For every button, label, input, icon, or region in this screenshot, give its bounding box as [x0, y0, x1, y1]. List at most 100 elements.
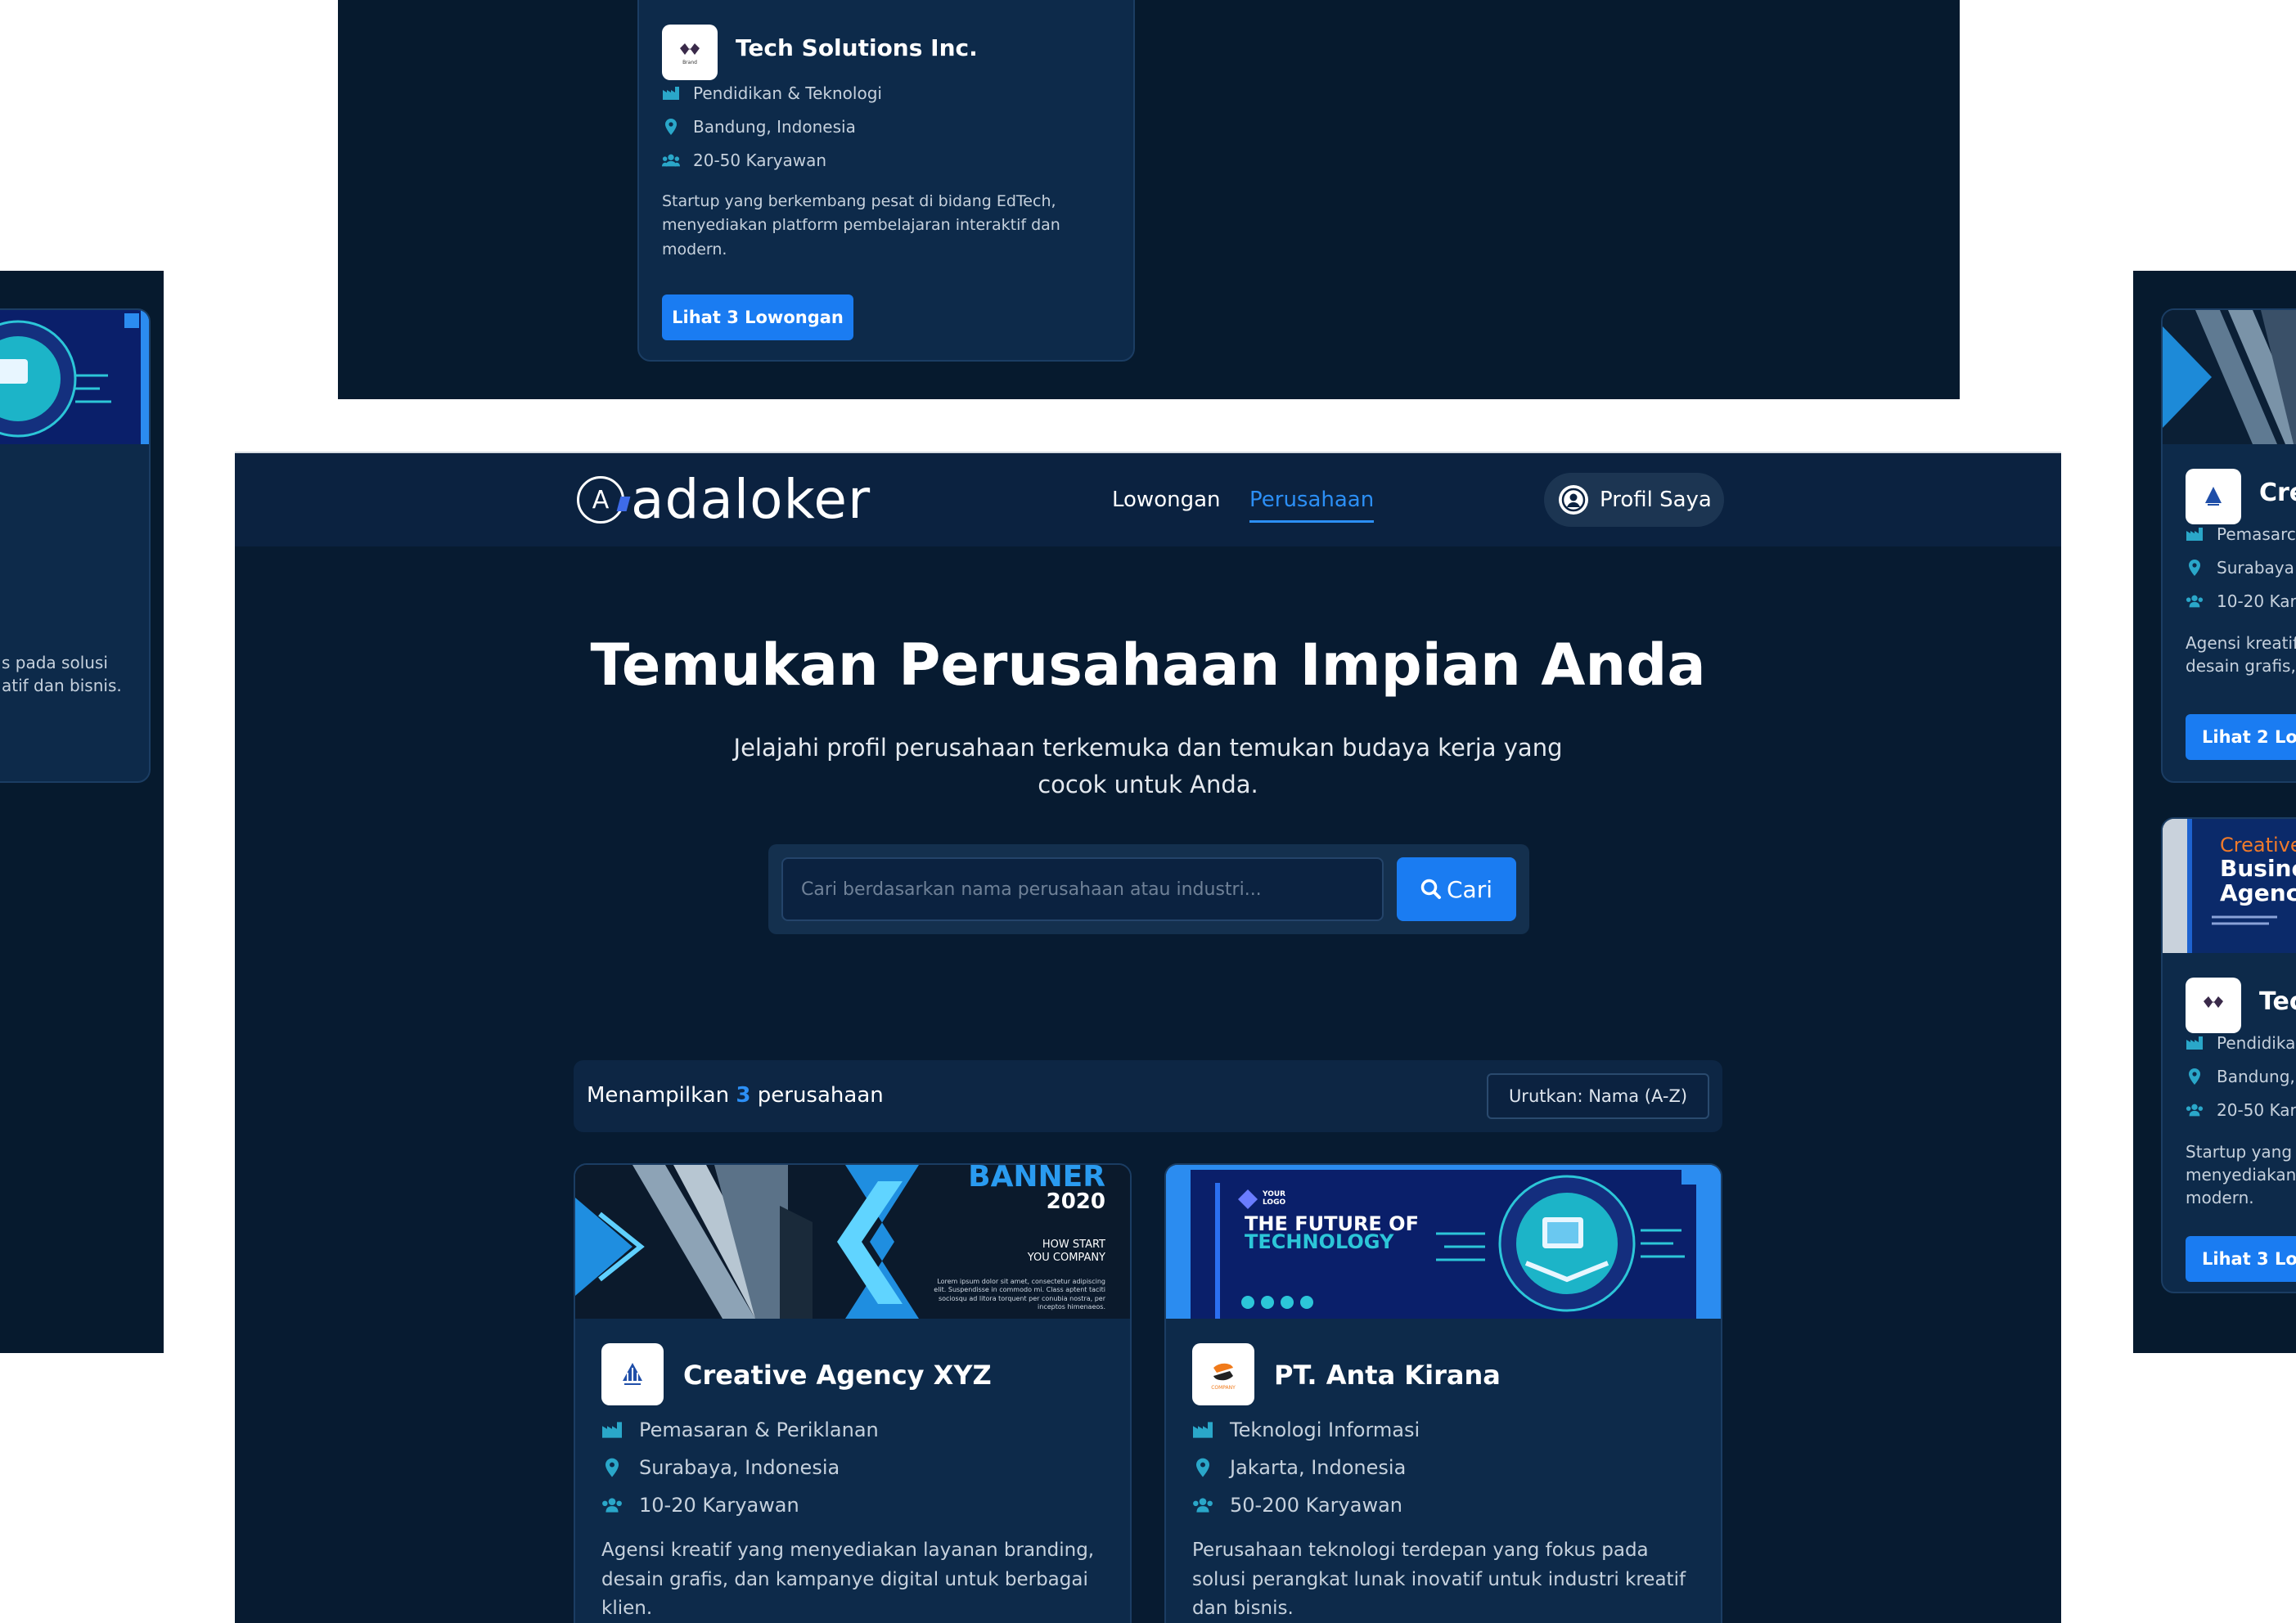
- hero-subtitle: Jelajahi profil perusahaan terkemuka dan…: [733, 734, 1563, 798]
- location-row: Jakarta, Indonesia: [1192, 1456, 1406, 1479]
- users-icon: [1192, 1498, 1213, 1513]
- users-icon: [2186, 1104, 2204, 1117]
- banner-logo-text: YOUR LOGO: [1263, 1190, 1286, 1207]
- map-pin-icon: [601, 1458, 623, 1477]
- results-prefix: Menampilkan: [587, 1083, 730, 1108]
- company-logo: Brand: [662, 25, 718, 80]
- navbar: A adaloker Lowongan Perusahaan Profil Sa…: [235, 453, 2061, 546]
- users-icon: [2186, 595, 2204, 608]
- results-count-text: Menampilkan 3 perusahaan: [587, 1083, 884, 1108]
- company-card-anta-kirana: YOUR LOGO THE FUTURE OF TECHNOLOGY COMPA…: [1164, 1163, 1722, 1623]
- banner-lorem: Lorem ipsum dolor sit amet, consectetur …: [934, 1278, 1105, 1311]
- size-row: 20-50 Karyawan: [662, 151, 826, 170]
- fragment-desc-line-2: desain grafis, c: [2186, 656, 2296, 676]
- svg-text:COMPANY: COMPANY: [1211, 1385, 1236, 1391]
- company-logo: COMPANY: [1192, 1343, 1254, 1405]
- building-logo-icon: [623, 1363, 642, 1385]
- search-input[interactable]: Cari berdasarkan nama perusahaan atau in…: [781, 857, 1384, 921]
- size-label: 50-200 Karyawan: [1230, 1494, 1402, 1517]
- users-icon: [662, 154, 680, 167]
- map-pin-icon: [2186, 1068, 2204, 1085]
- svg-text:Brand: Brand: [682, 60, 697, 65]
- location-label: Surabaya, Indonesia: [639, 1456, 840, 1479]
- search-placeholder: Cari berdasarkan nama perusahaan atau in…: [801, 879, 1262, 900]
- industry-row: Teknologi Informasi: [1192, 1418, 1420, 1441]
- company-name: PT. Anta Kirana: [1274, 1360, 1501, 1391]
- hero-title: Temukan Perusahaan Impian Anda: [590, 632, 1706, 699]
- view-jobs-button[interactable]: Lihat 3 Low: [2186, 1236, 2296, 1282]
- profile-button[interactable]: Profil Saya: [1544, 473, 1724, 527]
- company-name: Cre: [2259, 479, 2296, 507]
- company-card-creative-agency: BANNER 2020 HOW START YOU COMPANY Lorem …: [574, 1163, 1132, 1623]
- card-banner: YOUR LOGO THE FUTURE OF TECHNOLOGY: [1166, 1165, 1721, 1319]
- search-icon: [1420, 879, 1441, 899]
- results-suffix: perusahaan: [757, 1083, 884, 1108]
- card-banner: [2163, 310, 2296, 444]
- left-preview-panel: s pada solusi atif dan bisnis.: [0, 271, 164, 1353]
- results-bar: Menampilkan 3 perusahaan Urutkan: Nama (…: [574, 1060, 1722, 1132]
- brand-mark-icon: A: [577, 476, 631, 524]
- company-s-logo-icon: COMPANY: [1211, 1363, 1236, 1391]
- factory-icon: [1192, 1422, 1213, 1438]
- size-label: 10-20 Kary: [2217, 591, 2296, 611]
- company-card-fragment-2: Creative Busine Agenc Tec Pendidika Band…: [2161, 817, 2296, 1293]
- search-button-label: Cari: [1447, 875, 1492, 903]
- fragment-desc-line-3: modern.: [2186, 1188, 2254, 1207]
- banner-building-illustration: [2163, 310, 2296, 444]
- users-icon: [601, 1498, 623, 1513]
- brand-mark-letter: A: [592, 485, 610, 515]
- company-card-fragment: s pada solusi atif dan bisnis.: [0, 308, 151, 783]
- banner-tag-2: YOU COMPANY: [1027, 1252, 1105, 1264]
- company-description: Startup yang berkembang pesat di bidang …: [662, 192, 1060, 259]
- brand-logo-icon: [2204, 996, 2223, 1008]
- fragment-desc-line-1: s pada solusi: [2, 653, 108, 672]
- company-name: Creative Agency XYZ: [683, 1360, 992, 1391]
- map-pin-icon: [2186, 560, 2204, 576]
- map-pin-icon: [1192, 1458, 1213, 1477]
- results-count: 3: [736, 1083, 751, 1108]
- location-row: Bandung, Indonesia: [662, 117, 856, 137]
- company-name: Tech Solutions Inc.: [736, 34, 978, 61]
- banner-illustration: [0, 310, 149, 444]
- nav-link-lowongan[interactable]: Lowongan: [1112, 488, 1221, 512]
- top-preview-panel: Brand Tech Solutions Inc. Pendidikan & T…: [338, 0, 1960, 399]
- view-jobs-button[interactable]: Lihat 2 Low: [2186, 714, 2296, 760]
- size-label: 20-50 Karyawan: [693, 151, 827, 170]
- location-row: Surabaya: [2186, 558, 2294, 578]
- factory-icon: [2186, 528, 2204, 541]
- industry-label: Pemasarc: [2217, 524, 2296, 544]
- company-card-fragment-1: Cre Pemasarc Surabaya 10-20 Kary Agensi …: [2161, 308, 2296, 783]
- company-card-tech-solutions: Brand Tech Solutions Inc. Pendidikan & T…: [637, 0, 1135, 362]
- brand-logo[interactable]: A adaloker: [577, 473, 871, 527]
- nav-link-perusahaan[interactable]: Perusahaan: [1249, 488, 1374, 512]
- banner-line-1: Creative: [2220, 834, 2296, 856]
- banner-year: 2020: [1046, 1189, 1105, 1214]
- size-label: 20-50 Kar: [2217, 1100, 2296, 1120]
- industry-row: Pemasaran & Periklanan: [601, 1418, 879, 1441]
- industry-label: Teknologi Informasi: [1230, 1418, 1420, 1441]
- fragment-desc-line-2: menyediakan: [2186, 1165, 2296, 1185]
- factory-icon: [662, 87, 680, 100]
- sort-label: Urutkan: Nama (A-Z): [1508, 1086, 1688, 1106]
- size-row: 20-50 Kar: [2186, 1100, 2296, 1120]
- location-row: Bandung,: [2186, 1067, 2295, 1086]
- company-logo: [2186, 978, 2241, 1033]
- size-row: 10-20 Karyawan: [601, 1494, 799, 1517]
- fragment-desc-line-1: Startup yang b: [2186, 1142, 2296, 1162]
- company-logo: [2186, 469, 2241, 524]
- fragment-desc-line-1: Agensi kreatif: [2186, 633, 2296, 653]
- view-jobs-button[interactable]: Lihat 3 Lowongan: [662, 294, 853, 340]
- size-row: 50-200 Karyawan: [1192, 1494, 1402, 1517]
- company-logo: [601, 1343, 664, 1405]
- search-bar: Cari berdasarkan nama perusahaan atau in…: [768, 844, 1529, 934]
- location-label: Bandung,: [2217, 1067, 2295, 1086]
- industry-label: Pendidika: [2217, 1033, 2296, 1053]
- main-screen: A adaloker Lowongan Perusahaan Profil Sa…: [235, 452, 2061, 1623]
- sort-dropdown[interactable]: Urutkan: Nama (A-Z): [1487, 1073, 1709, 1119]
- card-banner: [0, 310, 149, 444]
- company-name: Tec: [2259, 987, 2296, 1016]
- search-button[interactable]: Cari: [1397, 857, 1516, 921]
- company-description: Agensi kreatif yang menyediakan layanan …: [601, 1540, 1095, 1620]
- brand-name: adaloker: [631, 468, 871, 531]
- fragment-desc-line-2: atif dan bisnis.: [2, 676, 122, 695]
